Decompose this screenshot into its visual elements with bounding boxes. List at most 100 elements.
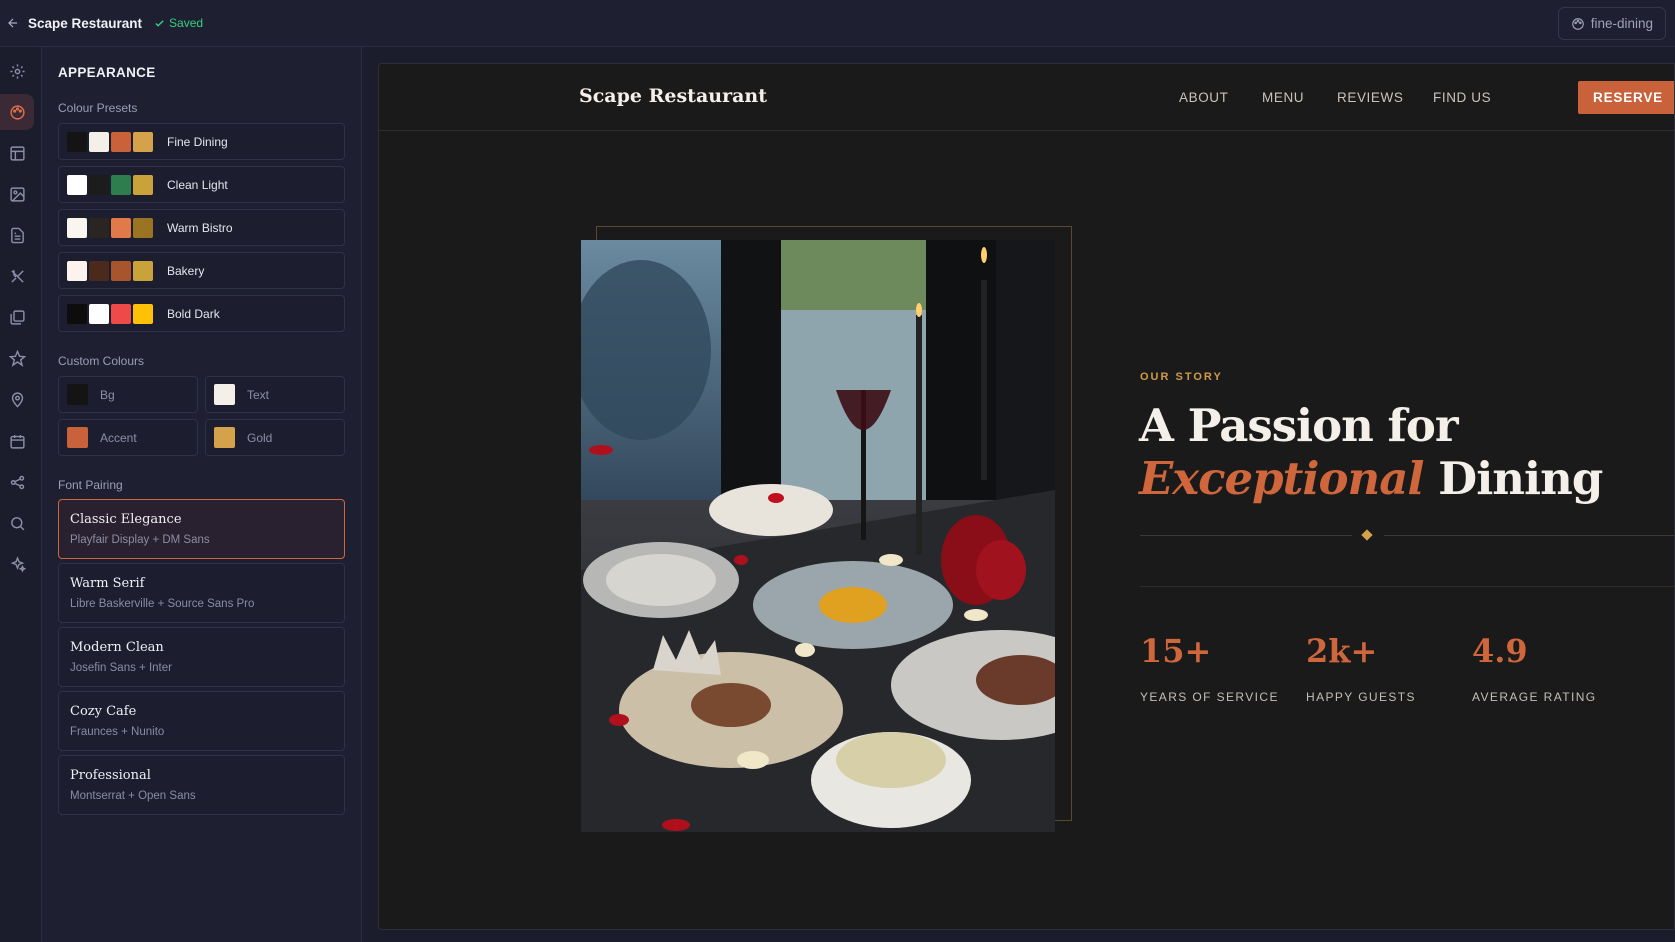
layout-icon [9,145,25,161]
gear-icon [9,63,25,79]
back-button[interactable] [0,0,26,47]
arrow-left-icon [8,18,18,28]
rail-location[interactable] [0,381,34,417]
font-option-classic-elegance[interactable]: Classic Elegance Playfair Display + DM Sa… [58,499,345,559]
stats-rule [1140,586,1674,587]
rail-settings[interactable] [0,53,34,89]
map-pin-icon [11,391,23,408]
preset-swatch [67,303,87,324]
reserve-button[interactable]: RESERVE [1578,81,1674,114]
font-option-professional[interactable]: Professional Montserrat + Open Sans [58,755,345,815]
sparkle-icon [10,555,26,572]
custom-colour-label: Gold [247,430,273,445]
nav-find-us[interactable]: FIND US [1433,90,1491,105]
section-eyebrow: OUR STORY [1140,371,1223,383]
preset-swatch [89,174,109,195]
preset-swatch [133,303,153,324]
nav-about[interactable]: ABOUT [1179,90,1229,105]
check-icon [155,19,164,27]
preset-swatch [111,131,131,152]
preset-bold-dark[interactable]: Bold Dark [58,295,345,332]
preset-swatch [67,260,87,281]
search-icon [10,516,24,530]
preset-bakery[interactable]: Bakery [58,252,345,289]
stat-years-value: 15+ [1140,632,1212,670]
panel-title: APPEARANCE [58,65,156,80]
diamond-ornament [1361,529,1373,541]
colour-swatch[interactable] [67,427,88,448]
site-brand[interactable]: Scape Restaurant [579,85,767,107]
preset-swatch [133,174,153,195]
font-pairing-label: Font Pairing [58,478,123,492]
preset-swatch [111,260,131,281]
preset-fine-dining[interactable]: Fine Dining [58,123,345,160]
preset-swatch [111,217,131,238]
appearance-panel: APPEARANCE Colour Presets Fine Dining Cle… [42,47,362,942]
nav-reviews[interactable]: REVIEWS [1337,90,1403,105]
gallery-icon [9,309,25,325]
font-option-modern-clean[interactable]: Modern Clean Josefin Sans + Inter [58,627,345,687]
utensils-icon [10,269,24,283]
custom-colour-text[interactable]: Text [205,376,345,413]
preset-label: Bakery [167,263,205,278]
stat-rating-label: AVERAGE RATING [1472,690,1597,704]
font-option-name: Cozy Cafe [70,704,137,719]
rail-reviews[interactable] [0,340,34,376]
preset-warm-bistro[interactable]: Warm Bistro [58,209,345,246]
font-option-pair: Libre Baskerville + Source Sans Pro [70,598,255,610]
rail-bookings[interactable] [0,423,34,459]
saved-status: Saved [154,16,203,30]
font-option-pair: Fraunces + Nunito [70,726,165,738]
rail-images[interactable] [0,176,34,212]
preset-swatch [67,174,87,195]
preset-swatch [89,260,109,281]
top-bar: Scape Restaurant Saved fine-dining [0,0,1675,47]
rail-extras[interactable] [0,546,34,582]
icon-rail [0,47,42,942]
rail-menu[interactable] [0,258,34,294]
custom-colour-label: Bg [100,387,115,402]
rail-seo[interactable] [0,505,34,541]
rail-social[interactable] [0,464,34,500]
headline-accent: Exceptional [1139,452,1424,505]
custom-colour-bg[interactable]: Bg [58,376,198,413]
nav-menu[interactable]: MENU [1262,90,1304,105]
preset-label: Fine Dining [167,134,228,149]
preset-label: Clean Light [167,177,228,192]
rail-layout[interactable] [0,135,34,171]
rail-pages[interactable] [0,217,34,253]
preset-swatch [133,217,153,238]
preset-swatch [89,303,109,324]
stat-rating-value: 4.9 [1472,632,1528,670]
font-option-name: Classic Elegance [70,512,182,527]
preset-clean-light[interactable]: Clean Light [58,166,345,203]
custom-colour-label: Accent [100,430,137,445]
colour-swatch[interactable] [214,384,235,405]
colour-presets-label: Colour Presets [58,101,138,115]
font-option-warm-serif[interactable]: Warm Serif Libre Baskerville + Source San… [58,563,345,623]
rail-appearance[interactable] [0,94,34,130]
headline-rest: Dining [1438,452,1603,505]
theme-slug-button[interactable]: fine-dining [1557,7,1666,40]
share-icon [10,475,24,489]
star-icon [8,349,26,367]
calendar-icon [9,434,25,449]
font-option-name: Modern Clean [70,640,164,655]
custom-colour-accent[interactable]: Accent [58,419,198,456]
preset-swatch [111,174,131,195]
font-option-cozy-cafe[interactable]: Cozy Cafe Fraunces + Nunito [58,691,345,751]
preset-swatch [133,131,153,152]
stat-years-label: YEARS OF SERVICE [1140,690,1279,704]
colour-swatch[interactable] [214,427,235,448]
font-option-pair: Josefin Sans + Inter [70,662,172,674]
preset-swatch [67,131,87,152]
site-preview: Scape Restaurant ABOUT MENU REVIEWS FIND… [378,63,1675,930]
story-image [581,240,1055,832]
preset-label: Warm Bistro [167,220,233,235]
preset-swatch [67,217,87,238]
preview-area: Scape Restaurant ABOUT MENU REVIEWS FIND… [362,47,1675,942]
font-option-pair: Playfair Display + DM Sans [70,534,210,546]
custom-colour-gold[interactable]: Gold [205,419,345,456]
rail-gallery[interactable] [0,299,34,335]
colour-swatch[interactable] [67,384,88,405]
